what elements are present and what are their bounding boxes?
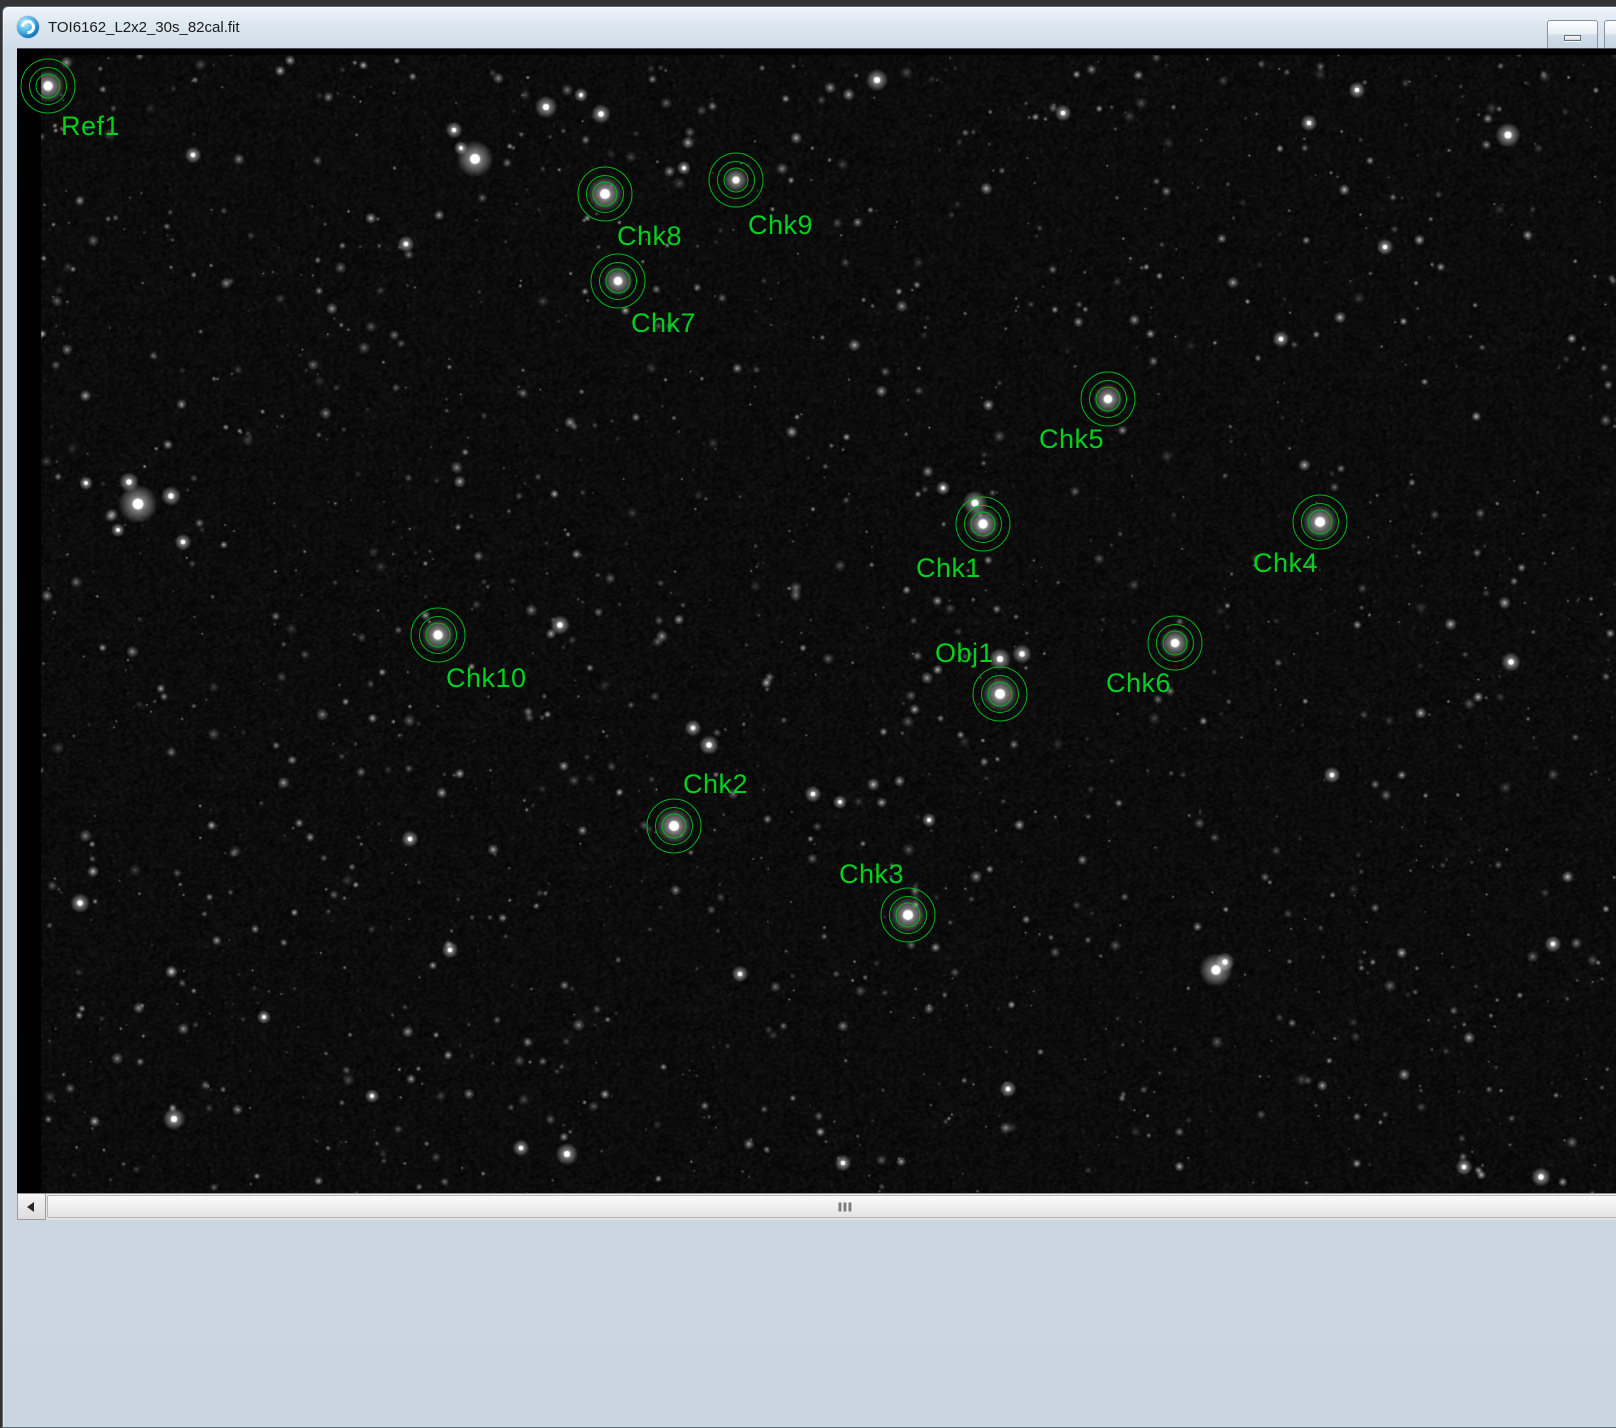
title-bar[interactable]: TOI6162_L2x2_30s_82cal.fit: [3, 7, 1616, 47]
aperture-ring: [591, 254, 646, 309]
left-triangle-icon: [27, 1202, 34, 1212]
marker-label: Chk3: [839, 860, 904, 888]
window-title: TOI6162_L2x2_30s_82cal.fit: [48, 19, 240, 36]
marker-label: Chk10: [446, 664, 527, 692]
image-canvas-area[interactable]: Ref1 Chk8 Chk9 Chk7 Chk5 Chk1 Chk4 Chk10 Obj1 Chk…: [17, 48, 1616, 1194]
aperture-ring: [578, 167, 633, 222]
aperture-ring: [21, 59, 76, 114]
horizontal-scrollbar[interactable]: [17, 1193, 1616, 1220]
minimize-button[interactable]: [1547, 20, 1598, 50]
scrollbar-grip-icon: [838, 1202, 851, 1211]
marker-label: Chk5: [1039, 425, 1104, 453]
marker-label: Chk8: [617, 222, 682, 250]
star-field-canvas[interactable]: [17, 49, 1616, 1194]
marker-label: Chk6: [1106, 669, 1171, 697]
marker-label: Chk2: [683, 770, 748, 798]
aperture-ring: [647, 799, 702, 854]
maximize-button[interactable]: [1604, 20, 1616, 50]
marker-label: Chk7: [631, 309, 696, 337]
aperture-ring: [1293, 495, 1348, 550]
marker-label: Chk9: [748, 211, 813, 239]
window-controls: [1547, 20, 1616, 50]
marker-label: Obj1: [935, 639, 994, 667]
scroll-left-button[interactable]: [17, 1194, 46, 1220]
marker-label: Chk4: [1253, 549, 1318, 577]
aperture-ring: [1081, 372, 1136, 427]
aperture-ring: [1148, 616, 1203, 671]
marker-label: Ref1: [61, 112, 120, 140]
aperture-ring: [709, 153, 764, 208]
aperture-ring: [956, 497, 1011, 552]
marker-label: Chk1: [916, 554, 981, 582]
aperture-ring: [973, 667, 1028, 722]
app-icon[interactable]: [17, 16, 39, 38]
aperture-ring: [411, 608, 466, 663]
aperture-ring: [881, 888, 936, 943]
image-document-window: TOI6162_L2x2_30s_82cal.fit Ref1 Chk8 Chk9 C…: [2, 6, 1616, 1428]
scrollbar-thumb[interactable]: [47, 1195, 1616, 1218]
scrollbar-track[interactable]: [46, 1194, 1616, 1220]
minimize-icon: [1564, 35, 1581, 41]
